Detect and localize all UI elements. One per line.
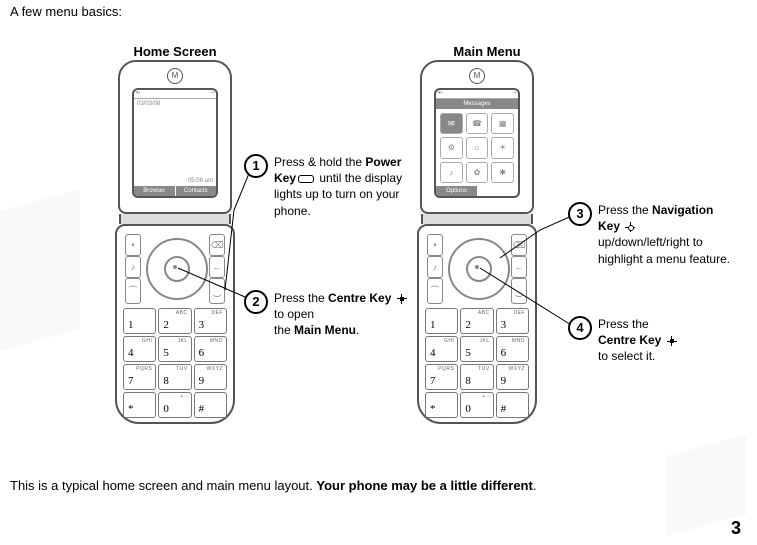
phone-home-screen: ▾▪▫▪ 03/03/08 05:06 am Browser Contacts bbox=[132, 88, 218, 198]
callout-text-4: Press the Centre Key to select it. bbox=[598, 316, 679, 365]
phone-menu-bottom: • ⌫ ♪ ← ⏜ ⏝ 1 ABC2 DEF3 GHI4 JKL5 MNO6 P… bbox=[417, 224, 537, 424]
key-0[interactable]: + -0 bbox=[158, 392, 191, 418]
home-clock: 05:06 am bbox=[188, 178, 213, 184]
menu-cell-9[interactable]: ✱ bbox=[491, 162, 514, 183]
phone-menu-screen: ▾▪▫▪ Messages ✉ ☎ ▦ ⚙ ⌂ ☀ ♪ ✿ ✱ Options bbox=[434, 88, 520, 198]
key-5[interactable]: JKL5 bbox=[158, 336, 191, 362]
navigation-key-icon bbox=[625, 222, 635, 232]
phone-home-bottom: • ⌫ ♪ ← ⏜ ⏝ 1 ABC2 DEF3 GHI4 JKL5 MNO6 P… bbox=[115, 224, 235, 424]
end-power-key[interactable]: ⏝ bbox=[209, 278, 225, 304]
centre-key-dot bbox=[173, 265, 177, 269]
home-date: 03/03/08 bbox=[134, 99, 216, 109]
callout-4: 4 Press the Centre Key to select it. bbox=[568, 316, 679, 365]
phone-home: M ▾▪▫▪ 03/03/08 05:06 am Browser Contact… bbox=[110, 60, 240, 424]
softkey-right[interactable]: Contacts bbox=[175, 186, 217, 196]
phone-menu-top: M ▾▪▫▪ Messages ✉ ☎ ▦ ⚙ ⌂ ☀ ♪ ✿ ✱ Option… bbox=[420, 60, 534, 214]
music-key[interactable]: ♪ bbox=[125, 256, 141, 278]
soft-key-right[interactable]: ⌫ bbox=[209, 234, 225, 256]
end-power-key[interactable]: ⏝ bbox=[511, 278, 527, 304]
menu-cell-1[interactable]: ✉ bbox=[440, 113, 463, 134]
callout-badge-2: 2 bbox=[244, 290, 268, 314]
phone-hinge bbox=[421, 214, 533, 224]
centre-key-icon bbox=[397, 294, 407, 304]
callout-1: 1 Press & hold the Power Key until the d… bbox=[244, 154, 414, 219]
phone-hinge bbox=[119, 214, 231, 224]
key-hash[interactable]: # bbox=[496, 392, 529, 418]
menu-softkeys: Options bbox=[436, 186, 518, 196]
key-2[interactable]: ABC2 bbox=[158, 308, 191, 334]
key-5[interactable]: JKL5 bbox=[460, 336, 493, 362]
softkey-left[interactable]: Browser bbox=[134, 186, 175, 196]
menu-cell-7[interactable]: ♪ bbox=[440, 162, 463, 183]
home-softkeys: Browser Contacts bbox=[134, 186, 216, 196]
bg-decoration-left bbox=[0, 189, 80, 350]
key-hash[interactable]: # bbox=[194, 392, 227, 418]
centre-key[interactable] bbox=[164, 256, 190, 282]
callout-badge-3: 3 bbox=[568, 202, 592, 226]
key-star[interactable]: * bbox=[123, 392, 156, 418]
menu-cell-8[interactable]: ✿ bbox=[466, 162, 489, 183]
key-3[interactable]: DEF3 bbox=[194, 308, 227, 334]
callout-badge-1: 1 bbox=[244, 154, 268, 178]
key-4[interactable]: GHI4 bbox=[425, 336, 458, 362]
key-1[interactable]: 1 bbox=[123, 308, 156, 334]
power-key-icon bbox=[298, 175, 314, 183]
nav-area: • ⌫ ♪ ← ⏜ ⏝ bbox=[425, 234, 529, 304]
soft-key-right[interactable]: ⌫ bbox=[511, 234, 527, 256]
callout-3: 3 Press the Navigation Key up/down/left/… bbox=[568, 202, 738, 267]
status-bar: ▾▪▫▪ bbox=[134, 90, 216, 99]
key-6[interactable]: MNO6 bbox=[496, 336, 529, 362]
nav-area: • ⌫ ♪ ← ⏜ ⏝ bbox=[123, 234, 227, 304]
key-8[interactable]: TUV8 bbox=[158, 364, 191, 390]
callout-2: 2 Press the Centre Key to open the Main … bbox=[244, 290, 414, 339]
intro-text: A few menu basics: bbox=[10, 4, 122, 19]
page-number: 3 bbox=[731, 518, 741, 539]
callout-text-2: Press the Centre Key to open the Main Me… bbox=[274, 290, 414, 339]
soft-key-left[interactable]: • bbox=[427, 234, 443, 256]
phone-logo: M bbox=[469, 68, 485, 84]
key-9[interactable]: WXYZ9 bbox=[496, 364, 529, 390]
menu-grid: ✉ ☎ ▦ ⚙ ⌂ ☀ ♪ ✿ ✱ bbox=[436, 109, 518, 187]
centre-key-icon bbox=[667, 336, 677, 346]
back-key[interactable]: ← bbox=[511, 256, 527, 278]
key-1[interactable]: 1 bbox=[425, 308, 458, 334]
centre-key[interactable] bbox=[466, 256, 492, 282]
callout-badge-4: 4 bbox=[568, 316, 592, 340]
keypad: 1 ABC2 DEF3 GHI4 JKL5 MNO6 PQRS7 TUV8 WX… bbox=[123, 308, 227, 418]
key-3[interactable]: DEF3 bbox=[496, 308, 529, 334]
back-key[interactable]: ← bbox=[209, 256, 225, 278]
softkey-options[interactable]: Options bbox=[436, 186, 477, 196]
menu-cell-4[interactable]: ⚙ bbox=[440, 137, 463, 158]
key-6[interactable]: MNO6 bbox=[194, 336, 227, 362]
music-key[interactable]: ♪ bbox=[427, 256, 443, 278]
phone-menu: M ▾▪▫▪ Messages ✉ ☎ ▦ ⚙ ⌂ ☀ ♪ ✿ ✱ Option… bbox=[412, 60, 542, 424]
soft-key-left[interactable]: • bbox=[125, 234, 141, 256]
key-star[interactable]: * bbox=[425, 392, 458, 418]
menu-cell-2[interactable]: ☎ bbox=[466, 113, 489, 134]
key-4[interactable]: GHI4 bbox=[123, 336, 156, 362]
key-7[interactable]: PQRS7 bbox=[123, 364, 156, 390]
key-0[interactable]: + -0 bbox=[460, 392, 493, 418]
phone-home-top: M ▾▪▫▪ 03/03/08 05:06 am Browser Contact… bbox=[118, 60, 232, 214]
callout-text-1: Press & hold the Power Key until the dis… bbox=[274, 154, 414, 219]
key-9[interactable]: WXYZ9 bbox=[194, 364, 227, 390]
menu-cell-6[interactable]: ☀ bbox=[491, 137, 514, 158]
key-7[interactable]: PQRS7 bbox=[425, 364, 458, 390]
callout-text-3: Press the Navigation Key up/down/left/ri… bbox=[598, 202, 738, 267]
footer-text: This is a typical home screen and main m… bbox=[10, 478, 737, 493]
centre-key-dot bbox=[475, 265, 479, 269]
call-key[interactable]: ⏜ bbox=[427, 278, 443, 304]
keypad: 1 ABC2 DEF3 GHI4 JKL5 MNO6 PQRS7 TUV8 WX… bbox=[425, 308, 529, 418]
phone-logo: M bbox=[167, 68, 183, 84]
title-home-screen: Home Screen bbox=[100, 44, 250, 59]
key-8[interactable]: TUV8 bbox=[460, 364, 493, 390]
key-2[interactable]: ABC2 bbox=[460, 308, 493, 334]
title-main-menu: Main Menu bbox=[412, 44, 562, 59]
call-key[interactable]: ⏜ bbox=[125, 278, 141, 304]
status-bar: ▾▪▫▪ bbox=[436, 90, 518, 99]
menu-cell-5[interactable]: ⌂ bbox=[466, 137, 489, 158]
menu-title-bar: Messages bbox=[436, 99, 518, 109]
menu-cell-3[interactable]: ▦ bbox=[491, 113, 514, 134]
